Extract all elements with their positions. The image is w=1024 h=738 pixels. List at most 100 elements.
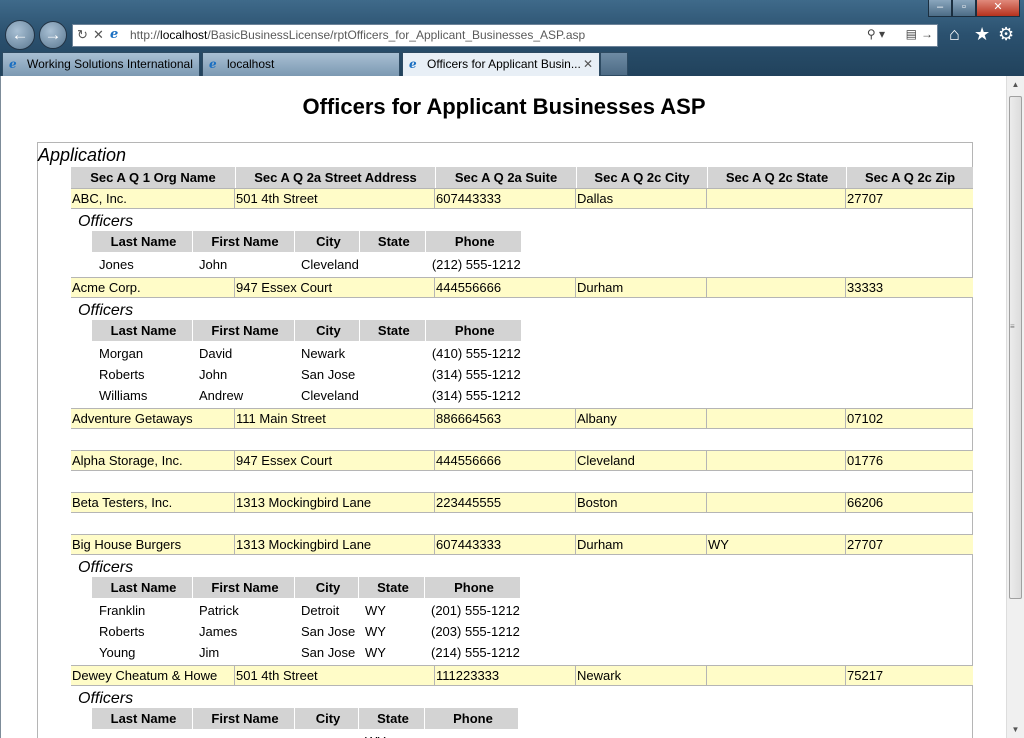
business-city: Boston: [576, 492, 707, 513]
officer-state: [359, 362, 425, 383]
business-state: [707, 408, 846, 429]
tab-label: localhost: [227, 57, 275, 71]
officers-detail-row: Officers Last Name First Name City State Phon…: [71, 555, 973, 665]
tab-working-solutions[interactable]: e Working Solutions International: [2, 52, 200, 76]
vertical-scrollbar[interactable]: ▲ ≡ ▼: [1006, 76, 1024, 738]
officer-column-header: State: [358, 231, 425, 252]
business-street: 947 Essex Court: [235, 277, 435, 298]
officer-column-header: Phone: [424, 708, 518, 729]
business-zip: 07102: [846, 408, 973, 429]
officer-city: San Jose: [301, 623, 356, 639]
officer-first: James: [199, 623, 238, 639]
officer-phone: (214) 555-1212: [431, 644, 520, 660]
scroll-thumb[interactable]: [1009, 96, 1022, 599]
officer-row: Roberts James San Jose WY (203) 555-1212: [92, 619, 520, 640]
scroll-up-icon[interactable]: ▲: [1007, 76, 1024, 93]
url-text[interactable]: http://localhost/BasicBusinessLicense/rp…: [130, 28, 585, 42]
page-viewport: Officers for Applicant Businesses ASP Ap…: [0, 76, 1006, 738]
go-icon[interactable]: →: [921, 27, 933, 41]
officer-phone: (410) 555-1212: [431, 345, 521, 361]
business-state: [707, 188, 846, 209]
column-header: Sec A Q 2a Suite: [435, 167, 576, 188]
business-name: Beta Testers, Inc.: [71, 492, 235, 513]
url-path: /BasicBusinessLicense/rptOfficers_for_Ap…: [207, 28, 586, 42]
column-header: Sec A Q 2c City: [576, 167, 707, 188]
officer-column-header: First Name: [192, 320, 294, 341]
business-suite: 223445555: [435, 492, 576, 513]
business-city: Dallas: [576, 188, 707, 209]
business-city: Durham: [576, 534, 707, 555]
business-name: Dewey Cheatum & Howe: [71, 665, 235, 686]
business-suite: 886664563: [435, 408, 576, 429]
maximize-button[interactable]: ▫: [952, 0, 976, 17]
business-suite: 444556666: [435, 277, 576, 298]
compat-icon[interactable]: ▤: [906, 27, 917, 41]
scroll-down-icon[interactable]: ▼: [1007, 721, 1024, 738]
officer-city: [294, 729, 358, 738]
business-zip: 75217: [846, 665, 973, 686]
address-bar[interactable]: ↻ ✕ e http://localhost/BasicBusinessLice…: [72, 24, 938, 47]
business-row: Big House Burgers 1313 Mockingbird Lane 60…: [71, 534, 973, 555]
search-icon[interactable]: ⚲ ▾: [867, 27, 885, 41]
stop-icon[interactable]: ✕: [93, 27, 104, 43]
tab-localhost[interactable]: e localhost: [202, 52, 400, 76]
officer-state: [359, 341, 425, 362]
business-city: Albany: [576, 408, 707, 429]
officers-table: Last Name First Name City State Phone Jones Jo…: [92, 231, 521, 273]
officer-column-header: Phone: [424, 320, 521, 341]
ie-tab-icon: e: [9, 57, 17, 71]
new-tab-button[interactable]: [600, 52, 628, 76]
column-header: Sec A Q 2c Zip: [846, 167, 973, 188]
officer-city: San Jose: [301, 644, 356, 660]
officer-phone: (203) 555-1212: [431, 623, 520, 639]
officer-phone: (314) 555-1212: [431, 387, 521, 403]
forward-icon: →: [44, 25, 62, 44]
tab-officers-report[interactable]: e Officers for Applicant Busin... ✕: [402, 52, 600, 76]
business-city: Cleveland: [576, 450, 707, 471]
officers-label: Officers: [78, 690, 134, 707]
refresh-icon[interactable]: ↻: [77, 27, 88, 43]
officer-column-header: Phone: [424, 231, 521, 252]
home-icon[interactable]: ⌂: [949, 24, 960, 45]
officers-table: Last Name First Name City State Phone Frankli…: [92, 577, 520, 661]
officer-row: Williams Andrew Cleveland (314) 555-1212: [92, 383, 521, 404]
officer-state: WY: [365, 623, 386, 639]
business-name: Big House Burgers: [71, 534, 235, 555]
officer-first: David: [199, 345, 233, 361]
officer-row: Roberts John San Jose (314) 555-1212: [92, 362, 521, 383]
tools-icon[interactable]: ⚙: [998, 24, 1014, 45]
business-name: Alpha Storage, Inc.: [71, 450, 235, 471]
business-row: Alpha Storage, Inc. 947 Essex Court 444556…: [71, 450, 973, 471]
business-name: ABC, Inc.: [71, 188, 235, 209]
business-state: [707, 492, 846, 513]
column-header: Sec A Q 1 Org Name: [71, 167, 235, 188]
officer-first: Andrew: [199, 387, 244, 403]
officer-state: [359, 383, 425, 404]
business-street: 1313 Mockingbird Lane: [235, 492, 435, 513]
page-title: Officers for Applicant Businesses ASP: [302, 94, 706, 119]
tab-label: Working Solutions International: [27, 57, 193, 71]
back-button[interactable]: ←: [5, 20, 35, 50]
business-state: [707, 450, 846, 471]
officer-column-header: City: [294, 708, 358, 729]
forward-button[interactable]: →: [39, 21, 67, 49]
empty-officers-row: [71, 429, 973, 450]
officer-last: [92, 729, 192, 738]
business-suite: 607443333: [435, 188, 576, 209]
browser-chrome: – ▫ ✕ ← → ↻ ✕ e http://localhost/BasicBu…: [0, 0, 1024, 76]
business-row: ABC, Inc. 501 4th Street 607443333 Dallas 27…: [71, 188, 973, 209]
url-host: localhost: [160, 28, 208, 42]
officer-column-header: First Name: [192, 708, 294, 729]
close-window-button[interactable]: ✕: [976, 0, 1020, 17]
officer-last: Morgan: [99, 345, 144, 361]
close-tab-icon[interactable]: ✕: [583, 53, 593, 75]
minimize-button[interactable]: –: [928, 0, 952, 17]
business-street: 111 Main Street: [235, 408, 435, 429]
favorites-icon[interactable]: ★: [974, 24, 990, 45]
officers-detail-row: Officers Last Name First Name City State Phon…: [71, 298, 973, 408]
officer-column-header: State: [358, 320, 425, 341]
business-row: Dewey Cheatum & Howe 501 4th Street 111223…: [71, 665, 973, 686]
officer-column-header: State: [358, 708, 424, 729]
business-street: 947 Essex Court: [235, 450, 435, 471]
officer-last: Young: [99, 644, 136, 660]
